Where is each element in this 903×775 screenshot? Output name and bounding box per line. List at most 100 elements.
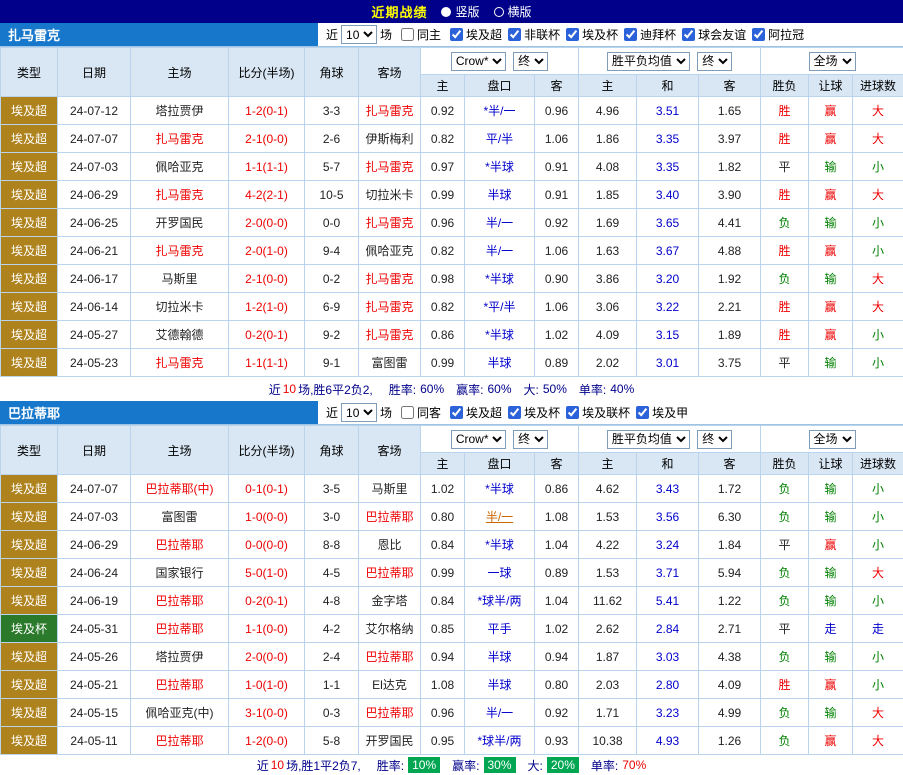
cell-away-team[interactable]: 恩比: [359, 531, 421, 559]
footer-count: 10: [283, 382, 296, 396]
cell-home-team[interactable]: 巴拉蒂耶: [131, 587, 229, 615]
layout-radio-horizontal[interactable]: 横版: [494, 3, 532, 20]
avg-stage-select[interactable]: 终: [697, 430, 732, 449]
cell-away-team[interactable]: 开罗国民: [359, 727, 421, 755]
competition-filter[interactable]: 埃及杯: [502, 404, 560, 421]
near-label: 近: [326, 404, 338, 421]
odds-stage-select[interactable]: 终: [513, 430, 548, 449]
cell-away-team[interactable]: 扎马雷克: [359, 97, 421, 125]
cell-home-team[interactable]: 巴拉蒂耶(中): [131, 475, 229, 503]
cell-asia-home-odds: 0.92: [421, 97, 465, 125]
cell-asia-away-odds: 1.06: [535, 293, 579, 321]
cell-home-team[interactable]: 马斯里: [131, 265, 229, 293]
competition-checkbox[interactable]: [508, 406, 521, 419]
competition-filter[interactable]: 埃及甲: [630, 404, 688, 421]
same-venue-filter[interactable]: 同主: [395, 26, 441, 43]
cell-away-team[interactable]: 扎马雷克: [359, 209, 421, 237]
cell-home-team[interactable]: 扎马雷克: [131, 125, 229, 153]
cell-date: 24-07-03: [58, 153, 131, 181]
cell-asia-away-odds: 0.89: [535, 349, 579, 377]
competition-checkbox[interactable]: [450, 406, 463, 419]
cell-home-team[interactable]: 富图雷: [131, 503, 229, 531]
same-venue-filter[interactable]: 同客: [395, 404, 441, 421]
avg-stage-select[interactable]: 终: [697, 52, 732, 71]
cell-away-team[interactable]: 巴拉蒂耶: [359, 503, 421, 531]
cell-away-team[interactable]: 巴拉蒂耶: [359, 643, 421, 671]
cell-score: 2-1(0-0): [229, 125, 305, 153]
cell-asia-away-odds: 1.04: [535, 531, 579, 559]
cell-away-team[interactable]: 艾尔格纳: [359, 615, 421, 643]
same-venue-checkbox[interactable]: [401, 406, 414, 419]
cell-away-team[interactable]: 伊斯梅利: [359, 125, 421, 153]
cell-away-team[interactable]: 巴拉蒂耶: [359, 699, 421, 727]
competition-checkbox[interactable]: [752, 28, 765, 41]
competition-filter[interactable]: 埃及联杯: [560, 404, 630, 421]
competition-filter[interactable]: 球会友谊: [676, 26, 746, 43]
layout-radio-vertical[interactable]: 竖版: [441, 3, 479, 20]
cell-date: 24-05-15: [58, 699, 131, 727]
match-row: 埃及超24-05-27艾德翰德0-2(0-1)9-2扎马雷克0.86*半球1.0…: [1, 321, 903, 349]
cell-home-team[interactable]: 巴拉蒂耶: [131, 727, 229, 755]
games-label: 场: [380, 26, 392, 43]
cell-home-team[interactable]: 塔拉贾伊: [131, 97, 229, 125]
competition-checkbox[interactable]: [624, 28, 637, 41]
cell-home-team[interactable]: 国家银行: [131, 559, 229, 587]
competition-checkbox[interactable]: [682, 28, 695, 41]
match-scope-select[interactable]: 全场: [809, 52, 856, 71]
cell-result: 胜: [761, 125, 809, 153]
competition-label: 埃及超: [466, 26, 502, 43]
odds-stage-select[interactable]: 终: [513, 52, 548, 71]
cell-home-team[interactable]: 巴拉蒂耶: [131, 531, 229, 559]
cell-away-team[interactable]: 巴拉蒂耶: [359, 559, 421, 587]
cell-home-team[interactable]: 巴拉蒂耶: [131, 671, 229, 699]
competition-checkbox[interactable]: [450, 28, 463, 41]
bookmaker-select[interactable]: Crow*: [451, 430, 506, 449]
cell-away-team[interactable]: 切拉米卡: [359, 181, 421, 209]
cell-away-team[interactable]: 富图雷: [359, 349, 421, 377]
cell-asia-away-odds: 0.86: [535, 475, 579, 503]
cell-away-team[interactable]: 金字塔: [359, 587, 421, 615]
competition-filter[interactable]: 阿拉冠: [746, 26, 804, 43]
cell-league: 埃及超: [1, 97, 58, 125]
recent-count-select[interactable]: 10: [341, 403, 377, 422]
avg-odds-select[interactable]: 胜平负均值: [607, 52, 690, 71]
cell-result: 负: [761, 727, 809, 755]
competition-checkbox[interactable]: [508, 28, 521, 41]
cell-home-team[interactable]: 佩哈亚克(中): [131, 699, 229, 727]
competition-filter[interactable]: 迪拜杯: [618, 26, 676, 43]
cell-home-team[interactable]: 巴拉蒂耶: [131, 615, 229, 643]
competition-filter[interactable]: 埃及杯: [560, 26, 618, 43]
competition-checkbox[interactable]: [566, 28, 579, 41]
cell-home-team[interactable]: 佩哈亚克: [131, 153, 229, 181]
recent-count-select[interactable]: 10: [341, 25, 377, 44]
cell-home-team[interactable]: 切拉米卡: [131, 293, 229, 321]
cell-handicap: *球半/两: [465, 587, 535, 615]
cell-date: 24-05-26: [58, 643, 131, 671]
match-scope-select[interactable]: 全场: [809, 430, 856, 449]
cell-away-team[interactable]: 佩哈亚克: [359, 237, 421, 265]
col-header-handicap-result: 让球: [809, 453, 853, 475]
cell-home-team[interactable]: 开罗国民: [131, 209, 229, 237]
cell-home-team[interactable]: 塔拉贾伊: [131, 643, 229, 671]
cell-away-team[interactable]: 马斯里: [359, 475, 421, 503]
cell-goals: 小: [853, 587, 903, 615]
same-venue-checkbox[interactable]: [401, 28, 414, 41]
cell-away-team[interactable]: 扎马雷克: [359, 265, 421, 293]
cell-home-team[interactable]: 扎马雷克: [131, 181, 229, 209]
cell-result: 负: [761, 265, 809, 293]
competition-checkbox[interactable]: [566, 406, 579, 419]
bookmaker-select[interactable]: Crow*: [451, 52, 506, 71]
cell-home-team[interactable]: 艾德翰德: [131, 321, 229, 349]
cell-away-team[interactable]: 扎马雷克: [359, 293, 421, 321]
competition-filter[interactable]: 非联杯: [502, 26, 560, 43]
cell-away-team[interactable]: 扎马雷克: [359, 153, 421, 181]
cell-home-team[interactable]: 扎马雷克: [131, 349, 229, 377]
competition-checkbox[interactable]: [636, 406, 649, 419]
competition-filter[interactable]: 埃及超: [444, 26, 502, 43]
competition-filter[interactable]: 埃及超: [444, 404, 502, 421]
cell-home-team[interactable]: 扎马雷克: [131, 237, 229, 265]
avg-odds-select[interactable]: 胜平负均值: [607, 430, 690, 449]
cell-eu-home-odds: 1.53: [579, 559, 637, 587]
cell-away-team[interactable]: 扎马雷克: [359, 321, 421, 349]
cell-away-team[interactable]: El达克: [359, 671, 421, 699]
